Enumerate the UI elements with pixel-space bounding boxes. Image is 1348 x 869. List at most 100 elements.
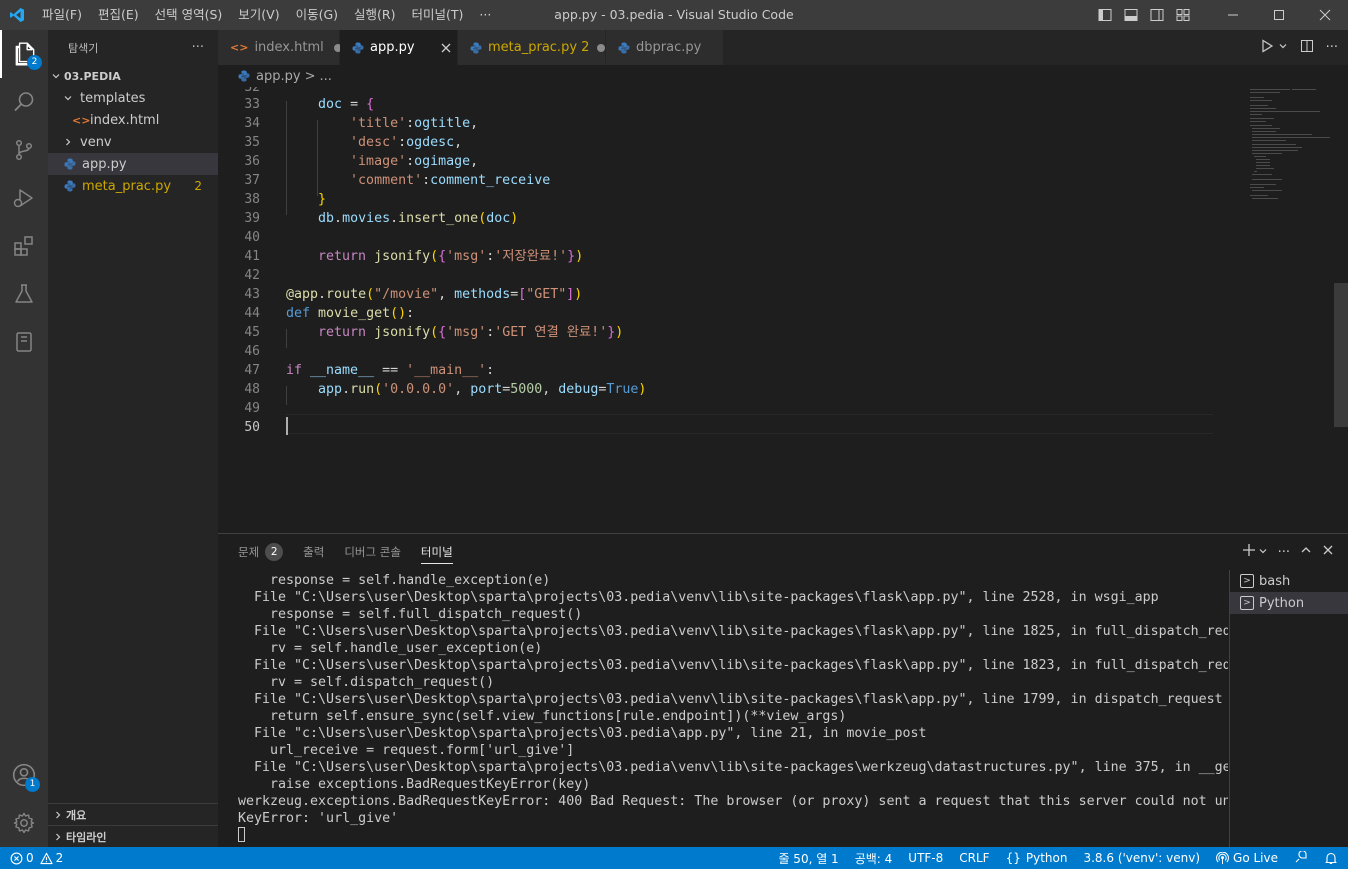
activity-bar: 2 1 [0, 30, 48, 847]
new-terminal-plus-icon[interactable] [1242, 543, 1256, 561]
terminal-item-python[interactable]: > Python [1230, 592, 1348, 614]
menu-go[interactable]: 이동(G) [288, 0, 346, 30]
split-editor-icon[interactable] [1300, 39, 1314, 57]
encoding[interactable]: UTF-8 [908, 851, 943, 865]
chevron-down-icon[interactable] [1278, 40, 1288, 55]
feedback-icon[interactable] [1294, 851, 1308, 865]
menu-terminal[interactable]: 터미널(T) [404, 0, 472, 30]
notifications-bell-icon[interactable] [1324, 851, 1338, 865]
tab-label: dbprac.py [636, 40, 702, 55]
line-number-current: 50 [244, 420, 260, 435]
explorer-more-button[interactable]: ··· [192, 40, 204, 55]
terminal-line: File "C:\Users\user\Desktop\sparta\proje… [238, 624, 1228, 639]
terminal-line: File "C:\Users\user\Desktop\sparta\proje… [238, 658, 1228, 673]
tree-item-templates[interactable]: templates [48, 87, 218, 109]
menu-more[interactable]: ··· [471, 0, 499, 30]
maximize-panel-icon[interactable] [1300, 544, 1312, 560]
terminal-line: rv = self.dispatch_request() [238, 675, 495, 690]
remote-explorer-icon[interactable] [0, 318, 48, 366]
html-file-icon: <> [72, 113, 91, 127]
editor-actions: ··· [1260, 30, 1338, 65]
workspace-root[interactable]: 03.PEDIA [48, 65, 218, 87]
language-mode[interactable]: {} Python [1006, 851, 1068, 865]
terminal-item-label: bash [1259, 573, 1291, 589]
python-interpreter[interactable]: 3.8.6 ('venv': venv) [1083, 851, 1200, 865]
panel-actions: ··· [1242, 534, 1334, 570]
menu-run[interactable]: 실행(R) [346, 0, 403, 30]
more-actions-icon[interactable]: ··· [1278, 545, 1290, 560]
go-live-button[interactable]: Go Live [1216, 851, 1278, 865]
terminal-output[interactable]: response = self.handle_exception(e) File… [238, 572, 1228, 848]
workspace-root-label: 03.PEDIA [64, 69, 121, 83]
menu-edit[interactable]: 편집(E) [90, 0, 147, 30]
code-editor[interactable]: 32 33 34 35 36 37 38 39 40 41 42 43 44 4… [218, 87, 1348, 533]
tab-problems[interactable]: 문제 2 [238, 534, 284, 570]
line-number: 41 [244, 249, 260, 264]
customize-layout-icon[interactable] [1170, 0, 1196, 30]
terminal-item-label: Python [1259, 595, 1305, 611]
tab-app-py[interactable]: app.py [340, 30, 458, 65]
search-icon[interactable] [0, 78, 48, 126]
terminal-line: File "C:\Users\user\Desktop\sparta\proje… [238, 692, 1223, 707]
maximize-icon[interactable] [1256, 0, 1302, 30]
tree-item-index-html[interactable]: <> index.html [48, 109, 218, 131]
menu-selection[interactable]: 선택 영역(S) [147, 0, 231, 30]
terminal-line: File "C:\Users\user\Desktop\sparta\proje… [238, 590, 1159, 605]
close-panel-icon[interactable] [1322, 544, 1334, 560]
unsaved-dot-icon[interactable] [597, 43, 606, 52]
vscode-logo-icon [0, 0, 34, 30]
chevron-down-icon [48, 71, 64, 81]
editor-scrollbar[interactable] [1334, 283, 1348, 427]
line-number: 39 [244, 211, 260, 226]
terminal-line: werkzeug.exceptions.BadRequestKeyError: … [238, 794, 1228, 809]
toggle-secondary-sidebar-icon[interactable] [1144, 0, 1170, 30]
problems-status[interactable]: 0 2 [10, 847, 63, 869]
menu-file[interactable]: 파일(F) [34, 0, 90, 30]
source-control-icon[interactable] [0, 126, 48, 174]
code-line: @app.route("/movie", methods=["GET"]) [286, 287, 583, 302]
line-number: 33 [244, 97, 260, 112]
settings-gear-icon[interactable] [0, 799, 48, 847]
error-icon [10, 852, 23, 865]
tab-dbprac-py[interactable]: dbprac.py [606, 30, 724, 65]
terminal-item-bash[interactable]: > bash [1230, 570, 1348, 592]
more-actions-icon[interactable]: ··· [1326, 40, 1338, 55]
tab-meta-prac-py[interactable]: meta_prac.py 2 [458, 30, 606, 65]
terminal-line: response = self.full_dispatch_request() [238, 607, 583, 622]
cursor-position[interactable]: 줄 50, 열 1 [778, 850, 838, 867]
accounts-icon[interactable]: 1 [0, 751, 48, 799]
close-window-icon[interactable] [1302, 0, 1348, 30]
breadcrumb-file[interactable]: app.py [256, 69, 301, 84]
toggle-primary-sidebar-icon[interactable] [1092, 0, 1118, 30]
outline-section[interactable]: 개요 [48, 803, 218, 825]
extensions-icon[interactable] [0, 222, 48, 270]
tree-item-venv[interactable]: venv [48, 131, 218, 153]
minimize-icon[interactable] [1210, 0, 1256, 30]
tab-terminal[interactable]: 터미널 [420, 534, 453, 570]
testing-flask-icon[interactable] [0, 270, 48, 318]
run-python-icon[interactable] [1260, 38, 1274, 57]
line-number: 38 [244, 192, 260, 207]
close-tab-icon[interactable] [441, 43, 451, 53]
code-line: 'desc':ogdesc, [350, 135, 463, 150]
python-file-icon [470, 42, 482, 54]
tab-index-html[interactable]: <> index.html [218, 30, 342, 65]
chevron-down-icon [60, 93, 76, 103]
menu-view[interactable]: 보기(V) [230, 0, 287, 30]
tab-debug-console[interactable]: 디버그 콘솔 [344, 534, 401, 570]
breadcrumb-symbol[interactable]: ... [319, 69, 331, 84]
explorer-icon[interactable]: 2 [0, 30, 48, 78]
tree-item-meta-prac-py[interactable]: meta_prac.py 2 [48, 175, 218, 197]
tab-output[interactable]: 출력 [303, 534, 324, 570]
minimap[interactable] [1248, 87, 1334, 533]
tree-item-app-py[interactable]: app.py [48, 153, 218, 175]
chevron-down-icon[interactable] [1258, 545, 1268, 560]
tab-output-label: 출력 [303, 545, 325, 559]
toggle-panel-icon[interactable] [1118, 0, 1144, 30]
problems-count-badge: 2 [265, 543, 284, 561]
code-line: return jsonify({'msg':'GET 연결 완료!'}) [318, 325, 624, 340]
indentation[interactable]: 공백: 4 [855, 850, 893, 867]
timeline-section[interactable]: 타임라인 [48, 825, 218, 847]
end-of-line[interactable]: CRLF [959, 851, 989, 865]
run-debug-icon[interactable] [0, 174, 48, 222]
